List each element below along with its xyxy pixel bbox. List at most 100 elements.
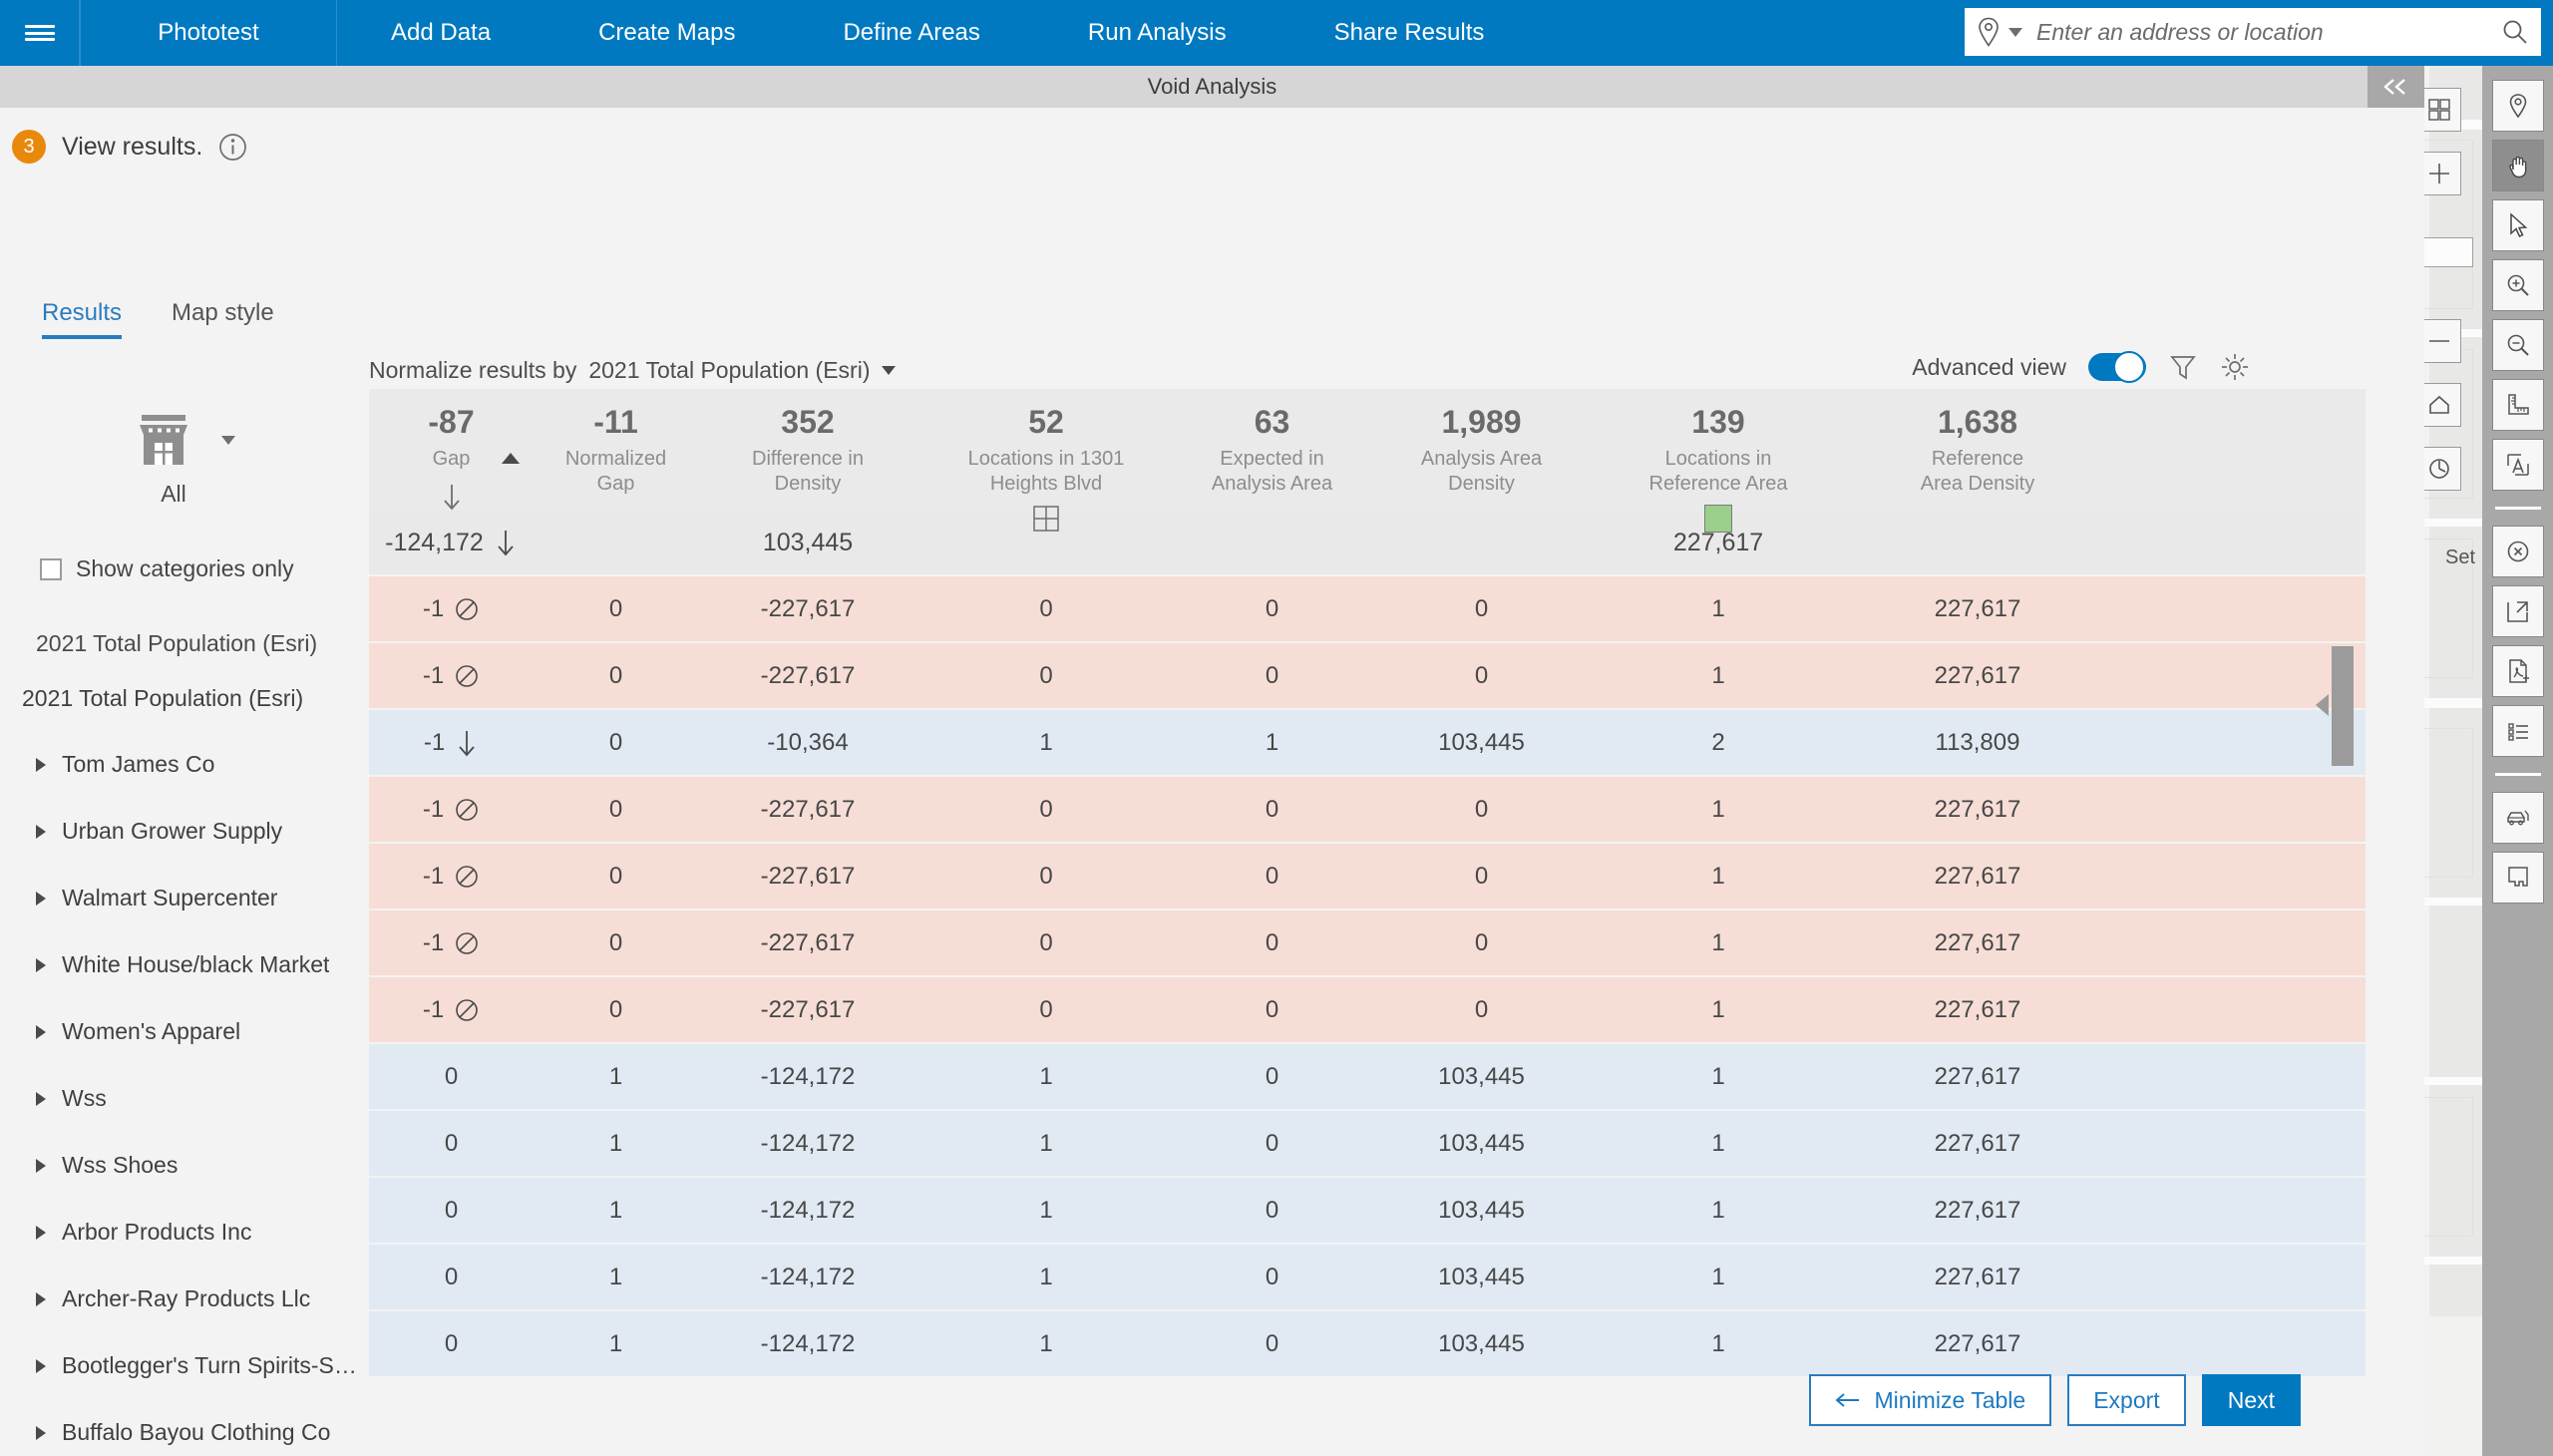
expand-triangle-icon[interactable] [36,1024,46,1039]
store-icon[interactable] [134,413,193,467]
info-circle-icon[interactable] [218,133,247,162]
table-cell: 227,617 [1934,1263,2021,1290]
table-row[interactable]: -1 0 -227,617 0 0 0 1 227,617 [369,777,2366,842]
nav-item-create-maps[interactable]: Create Maps [545,0,789,66]
search-input[interactable] [2036,18,2501,46]
table-row[interactable]: 0 1 -124,172 1 0 103,445 1 227,617 [369,1245,2366,1309]
summary-cell: 103,445 [762,528,854,556]
filter-icon[interactable] [2168,352,2198,382]
store-category-dropdown-icon[interactable] [221,435,235,445]
table-column-header[interactable]: 1,989 Analysis Area Density [1369,403,1594,497]
results-table: -87 Gap -11 Normalized Gap 352 Difference in D… [369,389,2366,1376]
table-cell: -124,172 [760,1129,856,1157]
table-row[interactable]: -1 0 -10,364 1 1 103,445 2 113,809 [369,710,2366,775]
tool-polygon-draw[interactable] [2491,852,2544,904]
table-cell: 0 [1474,928,1489,956]
nav-item-run-analysis[interactable]: Run Analysis [1034,0,1280,66]
expand-triangle-icon[interactable] [36,891,46,906]
tool-add-text[interactable] [2491,439,2544,491]
expand-triangle-icon[interactable] [36,957,46,972]
table-cell: 0 [1265,862,1279,890]
tab-results[interactable]: Results [42,299,123,339]
table-column-header[interactable]: 63 Expected in Analysis Area [1175,403,1369,497]
nav-item-add-data[interactable]: Add Data [337,0,545,66]
list-item[interactable]: Wss Shoes [0,1133,369,1198]
search-icon[interactable] [2501,18,2529,46]
tool-zoom-in[interactable] [2491,259,2544,311]
table-column-header[interactable]: 139 Locations in Reference Area [1594,403,1843,534]
next-button[interactable]: Next [2201,1374,2301,1426]
list-item[interactable]: White House/black Market [0,932,369,997]
gear-icon[interactable] [2220,352,2250,382]
location-search-box[interactable] [1965,8,2541,56]
minimize-table-button[interactable]: Minimize Table [1808,1374,2052,1426]
table-row[interactable]: 0 1 -124,172 1 0 103,445 1 227,617 [369,1044,2366,1109]
tool-share-export[interactable] [2491,585,2544,637]
table-row[interactable]: 0 1 -124,172 1 0 103,445 1 227,617 [369,1311,2366,1376]
nav-item-define-areas[interactable]: Define Areas [789,0,1033,66]
table-row[interactable]: -1 0 -227,617 0 0 0 1 227,617 [369,576,2366,641]
expand-triangle-icon[interactable] [36,1091,46,1106]
checkbox-box [40,557,62,580]
list-item[interactable]: Buffalo Bayou Clothing Co [0,1400,369,1456]
table-cell: 103,445 [1438,728,1525,756]
panel-collapse-arrow-icon[interactable] [2316,694,2329,716]
table-cell: 0 [608,594,623,622]
list-item[interactable]: Arbor Products Inc [0,1200,369,1265]
table-row[interactable]: -1 0 -227,617 0 0 0 1 227,617 [369,643,2366,708]
list-item[interactable]: Urban Grower Supply [0,799,369,864]
sort-ascending-icon[interactable] [502,453,520,464]
table-cell: 1 [608,1129,623,1157]
expand-triangle-icon[interactable] [36,1425,46,1440]
expand-triangle-icon[interactable] [36,757,46,772]
list-item[interactable]: Archer-Ray Products Llc [0,1267,369,1331]
tool-location-pin-tool[interactable] [2491,80,2544,132]
table-row[interactable]: -1 0 -227,617 0 0 0 1 227,617 [369,910,2366,975]
chevron-down-icon[interactable] [882,366,897,375]
collapse-panel-button[interactable] [2368,66,2424,108]
expand-triangle-icon[interactable] [36,1225,46,1240]
step-number-badge: 3 [12,130,46,164]
table-column-header[interactable]: -87 Gap [369,403,534,512]
list-item[interactable]: Walmart Supercenter [0,866,369,930]
table-cell: 227,617 [1934,661,2021,689]
expand-triangle-icon[interactable] [36,1158,46,1173]
tool-legend-list[interactable] [2491,705,2544,757]
list-item[interactable]: Bootlegger's Turn Spirits-S… [0,1333,369,1398]
tool-zoom-out[interactable] [2491,319,2544,371]
show-categories-only-checkbox[interactable]: Show categories only [0,555,369,582]
table-column-header[interactable]: 52 Locations in 1301 Heights Blvd [917,403,1175,533]
table-column-header[interactable]: 352 Difference in Density [698,403,917,497]
tool-clear-x[interactable] [2491,526,2544,577]
export-button[interactable]: Export [2067,1374,2186,1426]
expand-triangle-icon[interactable] [36,1358,46,1373]
table-resize-handle[interactable] [2332,646,2354,766]
table-column-header[interactable]: 1,638 Reference Area Density [1843,403,2112,497]
table-row[interactable]: 0 1 -124,172 1 0 103,445 1 227,617 [369,1178,2366,1243]
normalize-results-control[interactable]: Normalize results by 2021 Total Populati… [369,357,897,384]
normalize-value-label: 2021 Total Population (Esri) [588,357,871,383]
table-column-header[interactable]: -11 Normalized Gap [534,403,698,497]
table-row[interactable]: -1 0 -227,617 0 0 0 1 227,617 [369,844,2366,909]
table-row[interactable]: 0 1 -124,172 1 0 103,445 1 227,617 [369,1111,2366,1176]
tab-map-style[interactable]: Map style [172,299,274,339]
nav-item-share-results[interactable]: Share Results [1280,0,1539,66]
table-row[interactable]: -1 0 -227,617 0 0 0 1 227,617 [369,977,2366,1042]
tool-select-arrow[interactable] [2491,199,2544,251]
tool-pan-hand[interactable] [2491,140,2544,191]
list-item[interactable]: Tom James Co [0,732,369,797]
list-item[interactable]: Women's Apparel [0,999,369,1064]
panel-tabs: Results Map style [42,299,274,339]
list-item[interactable]: Wss [0,1066,369,1131]
expand-triangle-icon[interactable] [36,1291,46,1306]
tool-measure-ruler[interactable] [2491,379,2544,431]
brand-title[interactable]: Phototest [80,0,337,66]
advanced-view-toggle[interactable] [2088,351,2146,383]
table-cell: 103,445 [1438,1263,1525,1290]
expand-triangle-icon[interactable] [36,824,46,839]
chevron-down-icon[interactable] [2008,27,2022,37]
table-cell: 0 [608,862,623,890]
hamburger-icon[interactable] [0,0,80,66]
tool-drive-time-car[interactable] [2491,792,2544,844]
tool-add-pdf[interactable] [2491,645,2544,697]
